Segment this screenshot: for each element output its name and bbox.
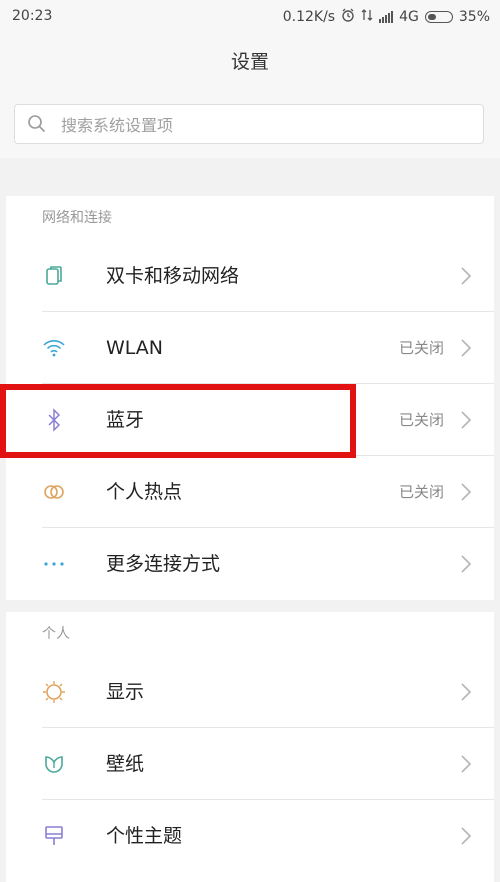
row-label: 更多连接方式 bbox=[106, 553, 221, 575]
search-icon bbox=[27, 114, 47, 138]
wallpaper-icon bbox=[42, 752, 66, 776]
chevron-right-icon bbox=[460, 338, 472, 362]
status-indicators: 0.12K/s 4G 35% bbox=[283, 8, 490, 26]
chevron-right-icon bbox=[460, 410, 472, 434]
row-label: WLAN bbox=[106, 337, 164, 359]
battery-icon bbox=[424, 11, 453, 23]
search-input[interactable] bbox=[59, 111, 473, 139]
row-value: 已关闭 bbox=[398, 483, 444, 501]
hotspot-icon bbox=[42, 480, 66, 504]
settings-row-wallpaper[interactable]: 壁纸 bbox=[6, 728, 494, 800]
chevron-right-icon bbox=[460, 482, 472, 506]
dual-sim-icon bbox=[42, 264, 66, 288]
search-box[interactable] bbox=[14, 104, 484, 144]
settings-row-display[interactable]: 显示 bbox=[6, 656, 494, 728]
section-title: 个人 bbox=[42, 626, 70, 642]
row-label: 个性主题 bbox=[106, 825, 183, 847]
chevron-right-icon bbox=[460, 266, 472, 290]
chevron-right-icon bbox=[460, 754, 472, 778]
settings-row-theme[interactable]: 个性主题 bbox=[6, 800, 494, 872]
row-label: 壁纸 bbox=[106, 753, 145, 775]
net-speed: 0.12K/s bbox=[282, 9, 336, 25]
row-value: 已关闭 bbox=[398, 339, 444, 357]
more-dots-icon bbox=[42, 552, 66, 576]
settings-row-dual-sim[interactable]: 双卡和移动网络 bbox=[6, 240, 494, 312]
battery-percent: 35% bbox=[458, 9, 490, 25]
row-label: 显示 bbox=[106, 681, 145, 703]
data-arrows-icon bbox=[361, 8, 373, 26]
chevron-right-icon bbox=[460, 554, 472, 578]
status-bar: 20:23 0.12K/s 4G 35% bbox=[0, 0, 500, 34]
settings-screen: 20:23 0.12K/s 4G 35% 设置 搜索系统设置项 网络和连接 双卡… bbox=[0, 0, 500, 882]
brightness-icon bbox=[42, 680, 66, 704]
settings-row-wlan[interactable]: WLAN 已关闭 bbox=[6, 312, 494, 384]
chevron-right-icon bbox=[460, 826, 472, 850]
row-label: 双卡和移动网络 bbox=[106, 265, 240, 287]
alarm-icon bbox=[341, 8, 355, 26]
highlight-annotation-box bbox=[0, 384, 356, 458]
settings-row-more-connections[interactable]: 更多连接方式 bbox=[6, 528, 494, 600]
search-area bbox=[0, 90, 500, 158]
page-title: 设置 bbox=[230, 51, 269, 73]
signal-icon bbox=[379, 11, 394, 23]
chevron-right-icon bbox=[460, 682, 472, 706]
settings-row-hotspot[interactable]: 个人热点 已关闭 bbox=[6, 456, 494, 528]
title-bar: 设置 bbox=[0, 34, 500, 90]
row-value: 已关闭 bbox=[398, 411, 444, 429]
row-label: 个人热点 bbox=[106, 481, 183, 503]
section-personal: 个人 显示 壁纸 个性主题 bbox=[6, 612, 494, 882]
wifi-icon bbox=[42, 336, 66, 360]
status-time: 20:23 bbox=[12, 8, 53, 24]
theme-icon bbox=[42, 824, 66, 848]
network-type: 4G bbox=[399, 9, 419, 25]
section-title: 网络和连接 bbox=[42, 210, 112, 226]
